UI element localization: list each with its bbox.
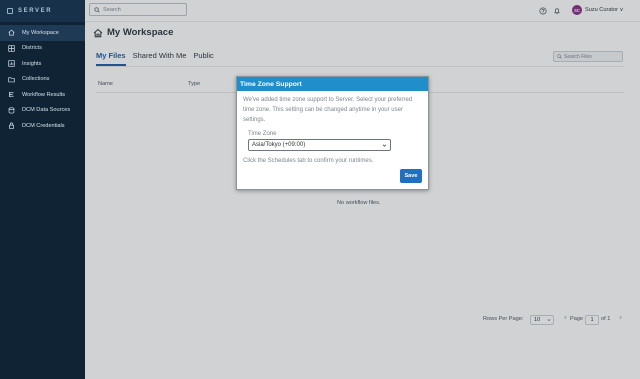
dialog-message: We've added time zone support to Server.… [243,97,413,123]
database-icon [7,106,15,114]
sidebar-item-my-workspace[interactable]: My Workspace [0,25,85,41]
workflow-results-icon [7,91,15,99]
dialog-body: We've added time zone support to Server.… [237,91,428,166]
sidebar-item-label: DCM Data Sources [22,107,71,114]
lock-icon [7,122,15,130]
sidebar-item-collections[interactable]: Collections [0,72,85,88]
sidebar-item-label: Districts [22,45,42,52]
sidebar-item-label: My Workspace [22,29,59,36]
brand[interactable]: SERVER [0,0,85,22]
time-zone-select[interactable]: Asia/Tokyo (+09:00) [248,139,391,151]
sidebar-item-districts[interactable]: Districts [0,41,85,57]
sidebar-item-label: DCM Credentials [22,122,65,129]
sidebar-item-label: Workflow Results [22,91,66,98]
dialog-hint: Click the Schedules tab to confirm your … [243,158,374,164]
sidebar-item-label: Insights [22,60,42,67]
save-button[interactable]: Save [400,169,422,183]
time-zone-value: Asia/Tokyo (+09:00) [252,142,306,148]
home-icon [7,29,15,37]
insights-icon [7,60,15,68]
sidebar-item-insights[interactable]: Insights [0,56,85,72]
sidebar-item-dcm-data-sources[interactable]: DCM Data Sources [0,103,85,119]
folder-icon [7,75,15,83]
time-zone-dialog: Time Zone Support We've added time zone … [236,76,429,190]
sidebar-item-workflow-results[interactable]: Workflow Results [0,87,85,103]
districts-icon [7,44,15,52]
sidebar-nav: My Workspace Districts Insights Collecti… [0,25,85,134]
sidebar-item-dcm-credentials[interactable]: DCM Credentials [0,118,85,134]
chevron-down-icon [382,144,387,147]
sidebar-item-label: Collections [22,76,50,83]
time-zone-label: Time Zone [248,131,277,137]
brand-name: SERVER [18,8,53,14]
sidebar: SERVER My Workspace Districts Insights C… [0,0,85,379]
dialog-title: Time Zone Support [237,77,428,91]
brand-logo-icon [7,8,13,14]
